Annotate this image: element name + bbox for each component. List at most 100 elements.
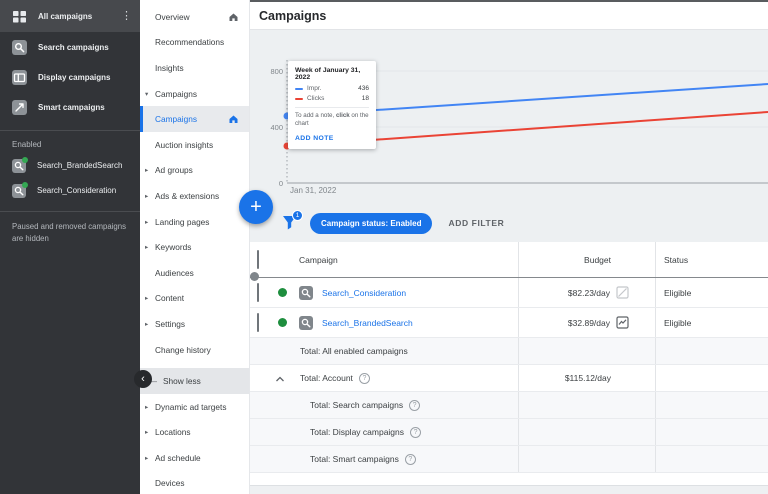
- nav-item-settings[interactable]: ▸ Settings: [140, 311, 249, 337]
- search-campaigns-icon: [12, 39, 27, 55]
- add-note-link[interactable]: ADD NOTE: [295, 135, 369, 142]
- impressions-legend-dash: [295, 87, 303, 90]
- nav-item-overview[interactable]: Overview: [140, 4, 249, 30]
- page-nav-sidebar: Overview Recommendations Insights ▾ Camp…: [140, 0, 250, 494]
- nav-item-devices[interactable]: Devices: [140, 471, 249, 494]
- nav-item-ad-groups[interactable]: ▸ Ad groups: [140, 158, 249, 184]
- nav-item-ads-extensions[interactable]: ▸ Ads & extensions: [140, 183, 249, 209]
- status-column-header[interactable]: Status: [664, 255, 688, 265]
- sidebar-item-search-consideration[interactable]: Search_Consideration: [0, 178, 140, 203]
- total-row-account: Total: Account ? $115.12/day: [250, 365, 768, 392]
- select-all-checkbox[interactable]: [257, 249, 259, 269]
- nav-item-campaigns[interactable]: Campaigns: [140, 106, 249, 132]
- horizontal-scrollbar-track[interactable]: [250, 485, 768, 494]
- add-campaign-fab[interactable]: +: [239, 190, 273, 224]
- nav-item-change-history[interactable]: Change history: [140, 337, 249, 363]
- nav-item-insights[interactable]: Insights: [140, 55, 249, 81]
- help-icon[interactable]: ?: [358, 372, 370, 384]
- campaign-link[interactable]: Search_BrandedSearch: [322, 318, 413, 328]
- nav-item-landing-pages[interactable]: ▸ Landing pages: [140, 209, 249, 235]
- nav-item-locations[interactable]: ▸ Locations: [140, 420, 249, 446]
- chevron-right-icon: ▸: [145, 295, 149, 303]
- chevron-right-icon: ▸: [145, 429, 149, 437]
- sidebar-item-search-campaigns[interactable]: Search campaigns: [0, 32, 140, 62]
- y-tick-0: 0: [279, 179, 283, 188]
- nav-label: Devices: [155, 478, 185, 489]
- nav-item-ad-schedule[interactable]: ▸ Ad schedule: [140, 445, 249, 471]
- total-label: Total: Search campaigns: [310, 400, 404, 410]
- chevron-right-icon: ▸: [145, 192, 149, 200]
- campaign-search-icon: [299, 315, 313, 330]
- row-checkbox[interactable]: [257, 312, 259, 332]
- impressions-label: Impr.: [307, 85, 322, 92]
- budget-column-header[interactable]: Budget: [584, 255, 611, 265]
- nav-label: Show less: [163, 376, 201, 387]
- paused-hidden-note: Paused and removed campaigns are hidden: [12, 222, 126, 244]
- sidebar-item-display-campaigns[interactable]: Display campaigns: [0, 62, 140, 92]
- plus-icon: +: [250, 195, 262, 218]
- filter-count-badge: 1: [292, 210, 303, 221]
- nav-label: Change history: [155, 344, 211, 355]
- status-value: Eligible: [664, 287, 692, 298]
- nav-label: Landing pages: [155, 216, 210, 227]
- chevron-right-icon: ▸: [145, 454, 149, 462]
- nav-item-audiences[interactable]: Audiences: [140, 260, 249, 286]
- search-campaigns-label: Search campaigns: [38, 42, 109, 52]
- status-dot-header[interactable]: [250, 272, 259, 281]
- nav-item-dynamic-ad-targets[interactable]: ▸ Dynamic ad targets: [140, 394, 249, 420]
- nav-label: Overview: [155, 11, 190, 22]
- campaign-link[interactable]: Search_Consideration: [322, 288, 406, 298]
- sidebar-item-all-campaigns[interactable]: All campaigns ⋮: [0, 0, 140, 32]
- nav-item-auction-insights[interactable]: Auction insights: [140, 132, 249, 158]
- total-label: Total: Account: [300, 373, 353, 383]
- tooltip-clicks-row: Clicks 18: [295, 95, 369, 102]
- total-label: Total: All enabled campaigns: [300, 346, 408, 356]
- total-row-search-campaigns: Total: Search campaigns ?: [250, 392, 768, 419]
- add-filter-button[interactable]: ADD FILTER: [448, 218, 504, 228]
- nav-item-keywords[interactable]: ▸ Keywords: [140, 234, 249, 260]
- bid-strategy-report-icon[interactable]: [616, 316, 629, 329]
- collapse-caret-icon[interactable]: [275, 369, 285, 387]
- campaigns-table: Campaign Budget Status Search_Considerat…: [250, 242, 768, 473]
- chevron-right-icon: ▸: [145, 167, 149, 175]
- filter-funnel-icon[interactable]: 1: [282, 210, 303, 231]
- row-checkbox[interactable]: [257, 282, 259, 302]
- nav-item-content[interactable]: ▸ Content: [140, 286, 249, 312]
- budget-value: $82.23/day: [567, 287, 610, 298]
- nav-label: Campaigns: [155, 88, 197, 99]
- enabled-status-dot: [22, 156, 28, 163]
- help-icon[interactable]: ?: [410, 426, 422, 438]
- campaign-status-filter-chip[interactable]: Campaign status: Enabled: [310, 212, 433, 234]
- table-row: Search_BrandedSearch $32.89/day Eligible: [250, 308, 768, 338]
- tooltip-impressions-row: Impr. 436: [295, 85, 369, 92]
- home-icon: [228, 114, 239, 126]
- nav-item-show-less[interactable]: — Show less: [140, 368, 249, 394]
- enabled-status-dot[interactable]: [278, 288, 287, 297]
- nav-label: Audiences: [155, 267, 194, 278]
- total-row-smart-campaigns: Total: Smart campaigns ?: [250, 446, 768, 473]
- sidebar-item-smart-campaigns[interactable]: Smart campaigns: [0, 92, 140, 122]
- nav-label: Keywords: [155, 242, 192, 253]
- grid-icon: [12, 9, 27, 24]
- more-menu-icon[interactable]: ⋮: [121, 10, 132, 22]
- nav-item-recommendations[interactable]: Recommendations: [140, 30, 249, 56]
- nav-label: Auction insights: [155, 139, 214, 150]
- enabled-status-dot: [22, 181, 28, 188]
- campaign-search-icon: [299, 285, 313, 300]
- enabled-status-dot[interactable]: [278, 318, 287, 327]
- sidebar-item-search-brandedsearch[interactable]: Search_BrandedSearch: [0, 153, 140, 178]
- budget-value: $115.12/day: [564, 373, 611, 383]
- chevron-right-icon: ▸: [145, 403, 149, 411]
- nav-label: Settings: [155, 318, 185, 329]
- nav-label: Dynamic ad targets: [155, 401, 227, 412]
- impressions-value: 436: [358, 85, 369, 92]
- chevron-right-icon: ▸: [145, 218, 149, 226]
- help-icon[interactable]: ?: [404, 453, 416, 465]
- smart-campaigns-icon: [12, 99, 27, 115]
- nav-item-campaigns-parent[interactable]: ▾ Campaigns: [140, 81, 249, 107]
- page-title-bar: Campaigns: [250, 0, 768, 30]
- chevron-left-icon: ‹: [141, 373, 145, 385]
- collapse-nav-button[interactable]: ‹: [134, 370, 152, 388]
- help-icon[interactable]: ?: [409, 399, 421, 411]
- campaign-column-header[interactable]: Campaign: [299, 255, 338, 265]
